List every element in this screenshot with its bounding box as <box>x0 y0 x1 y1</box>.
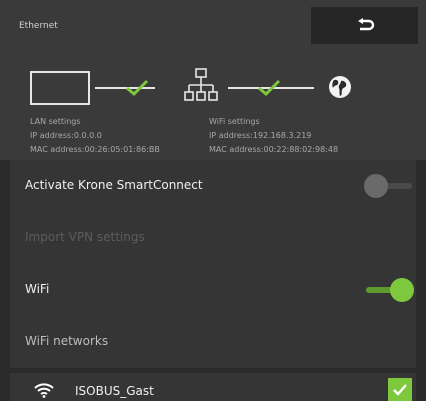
smartconnect-row[interactable]: Activate Krone SmartConnect <box>10 160 416 212</box>
network-selected-checkbox[interactable] <box>388 378 412 401</box>
connection-diagram: LAN settings IP address:0.0.0.0 MAC addr… <box>0 44 426 160</box>
wifi-settings-info: WiFi settings IP address:192.168.3.219 M… <box>209 115 338 157</box>
network-hub-icon <box>184 68 218 101</box>
wifi-signal-icon <box>34 383 54 398</box>
lan-settings-info: LAN settings IP address:0.0.0.0 MAC addr… <box>30 115 160 157</box>
wifi-row[interactable]: WiFi <box>10 264 416 316</box>
import-vpn-label: Import VPN settings <box>25 230 145 244</box>
wifi-networks-heading: WiFi networks <box>25 334 109 348</box>
toggle-knob <box>390 278 414 302</box>
lan-settings-title: LAN settings <box>30 117 81 126</box>
smartconnect-toggle[interactable] <box>364 174 414 198</box>
wifi-check-icon <box>258 79 281 97</box>
page-title: Ethernet <box>19 21 58 31</box>
ethernet-screen: Ethernet LAN settings IP address:0.0.0.0… <box>0 0 426 401</box>
header-bar: Ethernet <box>0 0 426 44</box>
lan-ip-address: IP address:0.0.0.0 <box>30 131 102 140</box>
smartconnect-label: Activate Krone SmartConnect <box>25 178 203 192</box>
check-icon <box>393 384 407 396</box>
wifi-settings-title: WiFi settings <box>209 117 260 126</box>
return-arrow-icon <box>357 17 374 30</box>
wifi-label: WiFi <box>25 282 50 296</box>
wifi-toggle[interactable] <box>364 278 414 302</box>
network-ssid: ISOBUS_Gast <box>75 384 154 398</box>
back-button[interactable] <box>311 7 418 44</box>
lan-check-icon <box>126 79 149 97</box>
network-list-item[interactable]: ISOBUS_Gast <box>10 373 416 401</box>
wifi-ip-address: IP address:192.168.3.219 <box>209 131 312 140</box>
import-vpn-row[interactable]: Import VPN settings <box>10 212 416 264</box>
terminal-icon <box>30 71 90 105</box>
wifi-mac-address: MAC address:00:22:88:02:98:48 <box>209 145 339 154</box>
wifi-networks-header: WiFi networks <box>10 316 416 368</box>
lan-mac-address: MAC address:00:26:05:01:86:BB <box>30 145 160 154</box>
globe-icon <box>329 76 351 98</box>
toggle-knob <box>364 174 388 198</box>
